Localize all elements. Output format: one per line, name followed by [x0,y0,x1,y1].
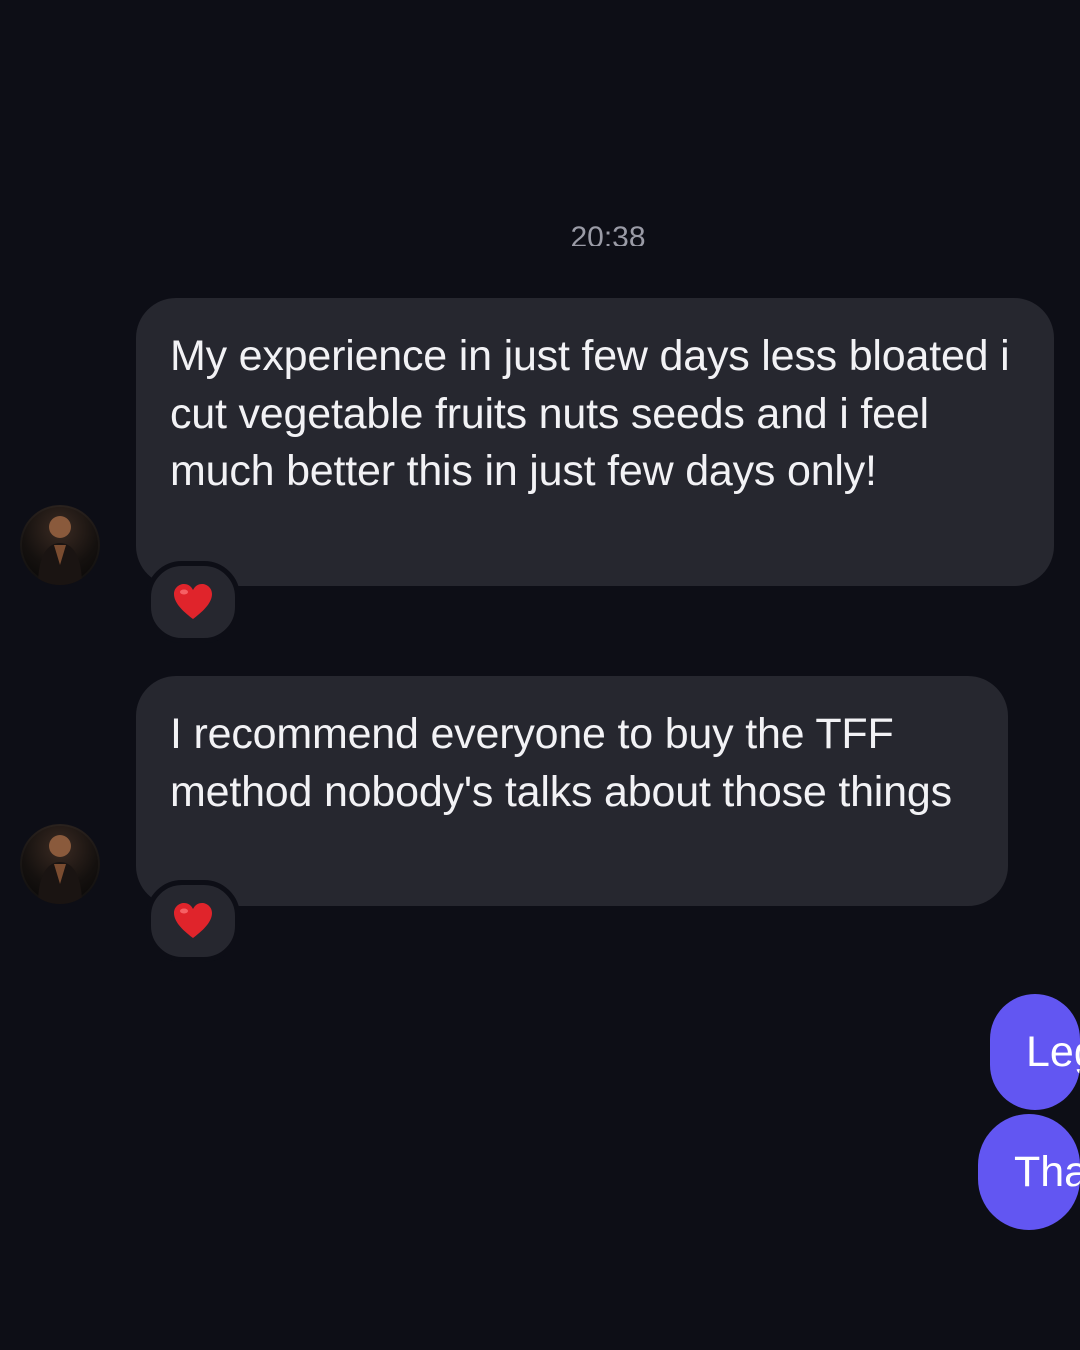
outgoing-message-bubble[interactable]: Tha [978,1114,1080,1230]
heart-icon [174,903,212,938]
outgoing-message-bubble[interactable]: Leg [990,994,1080,1110]
sender-avatar[interactable] [20,824,100,904]
message-text: Leg [1026,1028,1080,1076]
incoming-message-bubble[interactable]: My experience in just few days less bloa… [136,298,1054,586]
heart-icon [174,584,212,619]
message-text: My experience in just few days less bloa… [170,332,1010,495]
person-avatar-image [38,516,82,585]
message-text: I recommend everyone to buy the TFF meth… [170,710,952,816]
reaction-badge[interactable] [146,561,240,643]
sender-avatar[interactable] [20,505,100,585]
timestamp-text: 20:38 [570,221,646,246]
incoming-message-bubble[interactable]: I recommend everyone to buy the TFF meth… [136,676,1008,906]
person-avatar-image [38,835,82,904]
message-timestamp: 20:38 [0,216,1080,246]
reaction-badge[interactable] [146,880,240,962]
message-text: Tha [1014,1148,1080,1196]
